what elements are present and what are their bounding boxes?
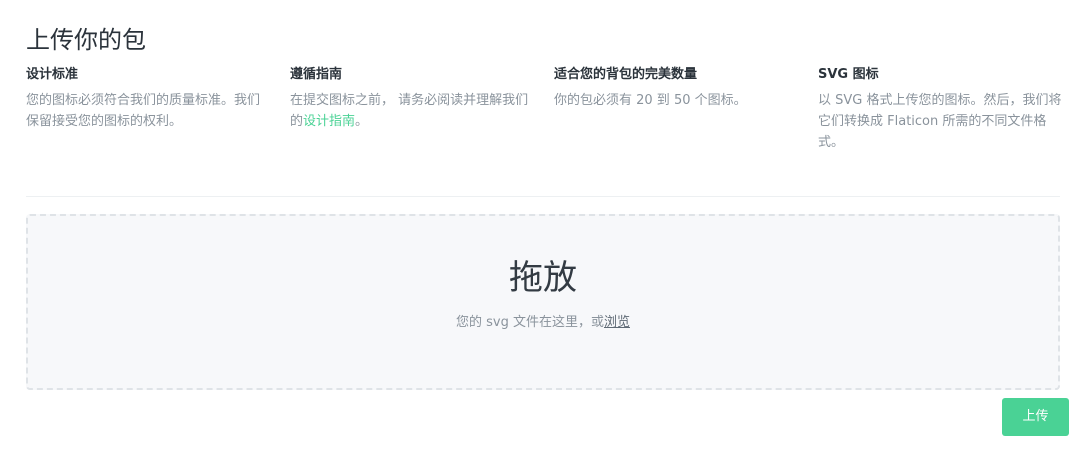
info-text: 您的图标必须符合我们的质量标准。我们保留接受您的图标的权利。 (26, 93, 261, 129)
info-heading: 适合您的背包的完美数量 (554, 67, 698, 82)
dropzone-title: 拖放 (509, 258, 577, 298)
info-svg-icons: SVG 图标 以 SVG 格式上传您的图标。然后，我们将它们转换成 Flatic… (818, 66, 1062, 153)
page-title: 上传你的包 (26, 26, 146, 54)
dropzone-hint-text: 您的 svg 文件在这里，或 (456, 315, 604, 330)
info-text: 以 SVG 格式上传您的图标。然后，我们将它们转换成 Flaticon 所需的不… (818, 93, 1062, 150)
upload-button[interactable]: 上传 (1002, 398, 1069, 436)
info-text: 你的包必须有 20 到 50 个图标。 (554, 93, 747, 108)
info-text: 在提交图标之前， 请务必阅读并理解我们的设计指南。 (290, 90, 534, 132)
info-text-after: 。 (355, 114, 369, 129)
info-heading: SVG 图标 (818, 67, 879, 82)
browse-link[interactable]: 浏览 (604, 315, 630, 330)
section-divider (26, 196, 1060, 197)
dropzone-hint: 您的 svg 文件在这里，或浏览 (28, 314, 1058, 332)
info-heading: 遵循指南 (290, 67, 343, 82)
file-dropzone[interactable]: 拖放 您的 svg 文件在这里，或浏览 (26, 214, 1060, 390)
info-pack-size: 适合您的背包的完美数量 你的包必须有 20 到 50 个图标。 (554, 66, 798, 111)
design-guidelines-link[interactable]: 设计指南 (303, 114, 355, 129)
info-design-standards: 设计标准 您的图标必须符合我们的质量标准。我们保留接受您的图标的权利。 (26, 66, 270, 132)
info-follow-guidelines: 遵循指南 在提交图标之前， 请务必阅读并理解我们的设计指南。 (290, 66, 534, 132)
info-heading: 设计标准 (26, 67, 79, 82)
